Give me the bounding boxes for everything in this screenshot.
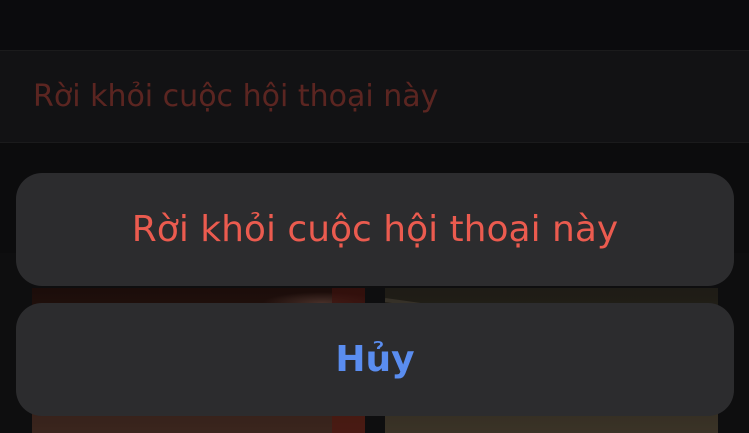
cancel-label: Hủy: [335, 339, 415, 380]
leave-conversation-label: Rời khỏi cuộc hội thoại này: [131, 209, 619, 250]
leave-conversation-button[interactable]: Rời khỏi cuộc hội thoại này: [16, 173, 734, 286]
screen: Rời khỏi cuộc hội thoại này Rời khỏi cuộ…: [0, 0, 749, 433]
cancel-button[interactable]: Hủy: [16, 303, 734, 416]
